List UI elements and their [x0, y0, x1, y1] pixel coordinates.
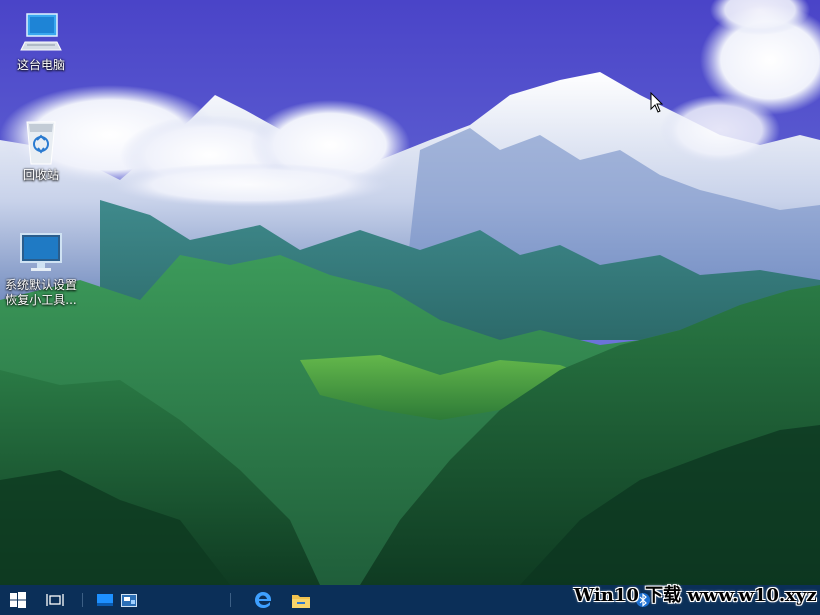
taskbar-separator — [82, 593, 83, 607]
task-view-button[interactable] — [40, 585, 70, 615]
display-icon — [121, 593, 137, 607]
taskbar-edge-button[interactable] — [248, 585, 278, 615]
desktop-icon-label: 这台电脑 — [16, 58, 65, 72]
start-button[interactable] — [0, 585, 36, 615]
desktop[interactable]: 这台电脑 回收站 系统默认设置 恢复小工具... — [0, 0, 820, 585]
desktop-icon-label: 回收站 — [22, 168, 59, 182]
taskbar-file-explorer-button[interactable] — [286, 585, 316, 615]
wallpaper-mountains — [0, 0, 820, 585]
windows-logo-icon — [10, 592, 26, 608]
file-explorer-icon — [292, 594, 310, 608]
desktop-icon-restore-tool[interactable]: 系统默认设置 恢复小工具... — [1, 228, 81, 308]
computer-icon — [17, 8, 65, 56]
taskbar-display-button[interactable] — [118, 585, 140, 615]
desktop-icon-this-pc[interactable]: 这台电脑 — [1, 8, 81, 73]
task-view-icon — [46, 594, 64, 606]
desktop-icon-recycle-bin[interactable]: 回收站 — [1, 118, 81, 183]
desktop-icon — [97, 594, 113, 606]
mouse-cursor-icon — [650, 92, 664, 113]
edge-icon — [255, 592, 271, 608]
taskbar-separator — [230, 593, 231, 607]
recycle-bin-icon — [17, 118, 65, 166]
taskbar-desktop-button[interactable] — [94, 585, 116, 615]
desktop-icon-label: 系统默认设置 恢复小工具... — [4, 278, 77, 307]
site-watermark: Win10 下载 www.w10.xyz — [574, 585, 817, 606]
monitor-icon — [17, 228, 65, 276]
